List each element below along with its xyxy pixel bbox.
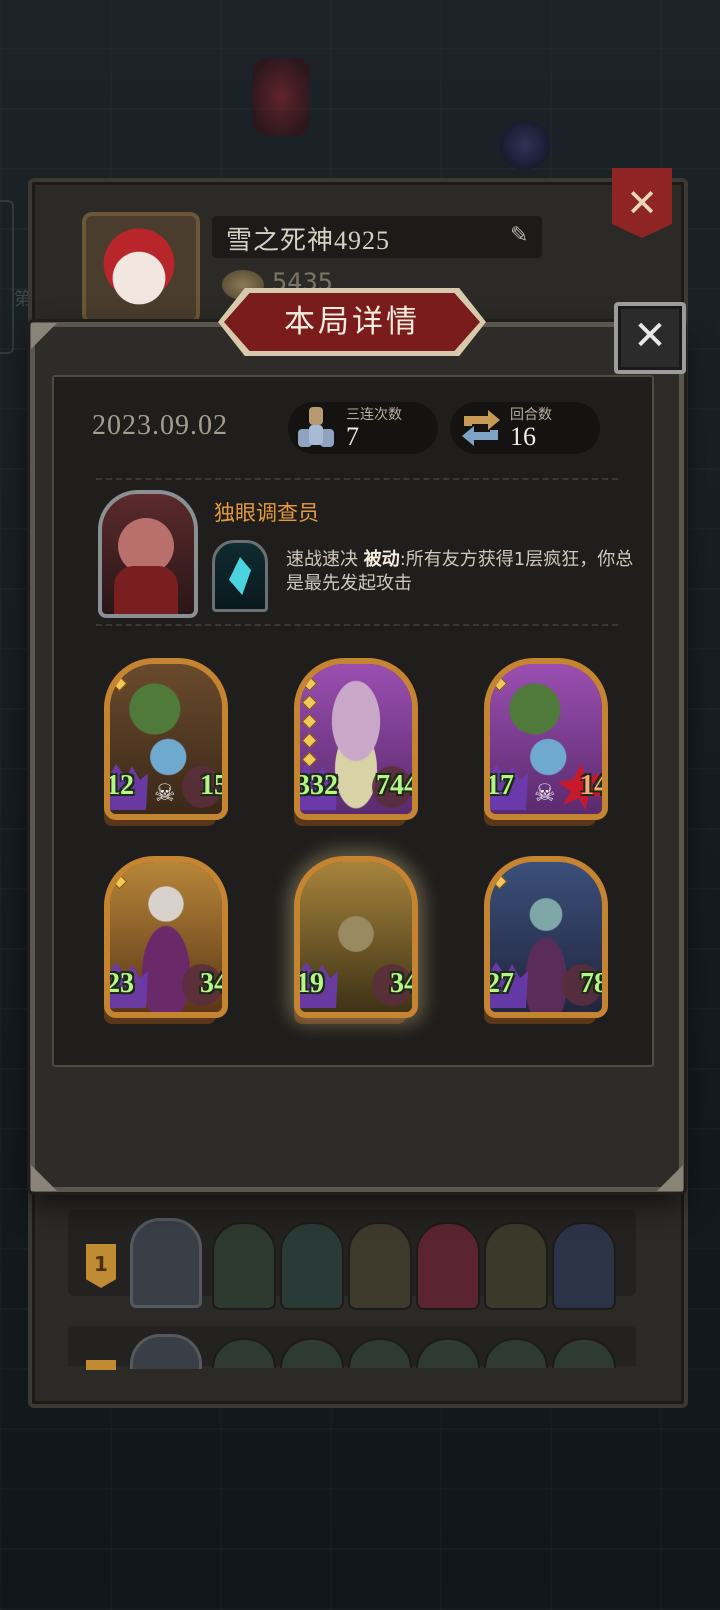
row-hero-portrait <box>130 1218 202 1308</box>
unit-health: 15 <box>200 770 228 801</box>
close-icon: ✕ <box>633 313 667 359</box>
unit-attack: 19 <box>296 968 324 999</box>
unit-attack: 332 <box>296 770 338 801</box>
hero-body <box>114 566 178 614</box>
purple-potion-decoration <box>500 120 550 170</box>
unit-health: 34 <box>200 968 228 999</box>
divider <box>96 624 618 626</box>
rank-badge <box>86 1360 116 1370</box>
level-gems <box>111 675 128 697</box>
unit-card[interactable]: 19 34 <box>294 856 418 1018</box>
skull-icon: ☠ <box>154 779 176 807</box>
corner-ornament <box>31 323 57 349</box>
red-lantern-decoration <box>252 58 310 136</box>
rounds-cycle-icon <box>462 410 500 446</box>
unit-card[interactable]: 27 78 <box>484 856 608 1018</box>
skill-description: 速战速决 被动:所有友方获得1层疯狂，你总是最先发起攻击 <box>286 548 646 596</box>
row-unit-card <box>280 1222 344 1310</box>
close-icon: ✕ <box>626 181 658 225</box>
skill-name: 速战速决 <box>286 549 358 570</box>
row-unit-card <box>416 1222 480 1310</box>
hero-portrait[interactable] <box>98 490 198 618</box>
side-tab[interactable] <box>0 200 14 354</box>
unit-attack: 12 <box>106 770 134 801</box>
unit-health: 14 <box>580 770 608 801</box>
unit-health: 78 <box>580 968 608 999</box>
profile-close-button[interactable]: ✕ <box>612 168 672 238</box>
match-date: 2023.09.02 <box>92 410 228 441</box>
unit-health: 744 <box>376 770 418 801</box>
unit-card[interactable]: 332 744 <box>294 658 418 820</box>
skull-icon: ☠ <box>534 779 556 807</box>
unit-attack: 17 <box>486 770 514 801</box>
unit-attack: 23 <box>106 968 134 999</box>
modal-title: 本局详情 <box>284 304 420 340</box>
skill-type: 被动 <box>363 549 400 570</box>
corner-ornament <box>657 1165 683 1191</box>
row-unit-card <box>552 1222 616 1310</box>
avatar-face <box>100 226 178 310</box>
row-unit-card <box>212 1222 276 1310</box>
triple-merge-icon <box>298 407 334 447</box>
skill-icon[interactable] <box>212 540 268 612</box>
hero-name: 独眼调查员 <box>214 501 319 525</box>
triples-label: 三连次数 <box>346 407 402 423</box>
rounds-label: 回合数 <box>510 407 552 423</box>
unit-card[interactable]: 23 34 <box>104 856 228 1018</box>
pencil-icon[interactable]: ✎ <box>510 224 534 248</box>
unit-attack: 27 <box>486 968 514 999</box>
avatar[interactable] <box>82 212 200 324</box>
player-name: 雪之死神4925 <box>226 226 391 255</box>
unit-card[interactable]: ☠ 12 15 <box>104 658 228 820</box>
rank-badge: 1 <box>86 1244 116 1288</box>
row-unit-card <box>484 1222 548 1310</box>
level-gems <box>301 675 318 773</box>
divider <box>96 478 618 480</box>
row-unit-card <box>348 1222 412 1310</box>
level-gems <box>491 675 508 697</box>
triples-value: 7 <box>346 422 359 451</box>
crystal-icon <box>229 557 251 595</box>
unit-health: 34 <box>390 968 418 999</box>
corner-ornament <box>31 1165 57 1191</box>
level-gems <box>111 873 128 895</box>
level-gems <box>491 873 508 895</box>
modal-close-button[interactable]: ✕ <box>614 302 686 374</box>
rounds-value: 16 <box>510 422 536 451</box>
unit-card[interactable]: ☠ 17 14 <box>484 658 608 820</box>
